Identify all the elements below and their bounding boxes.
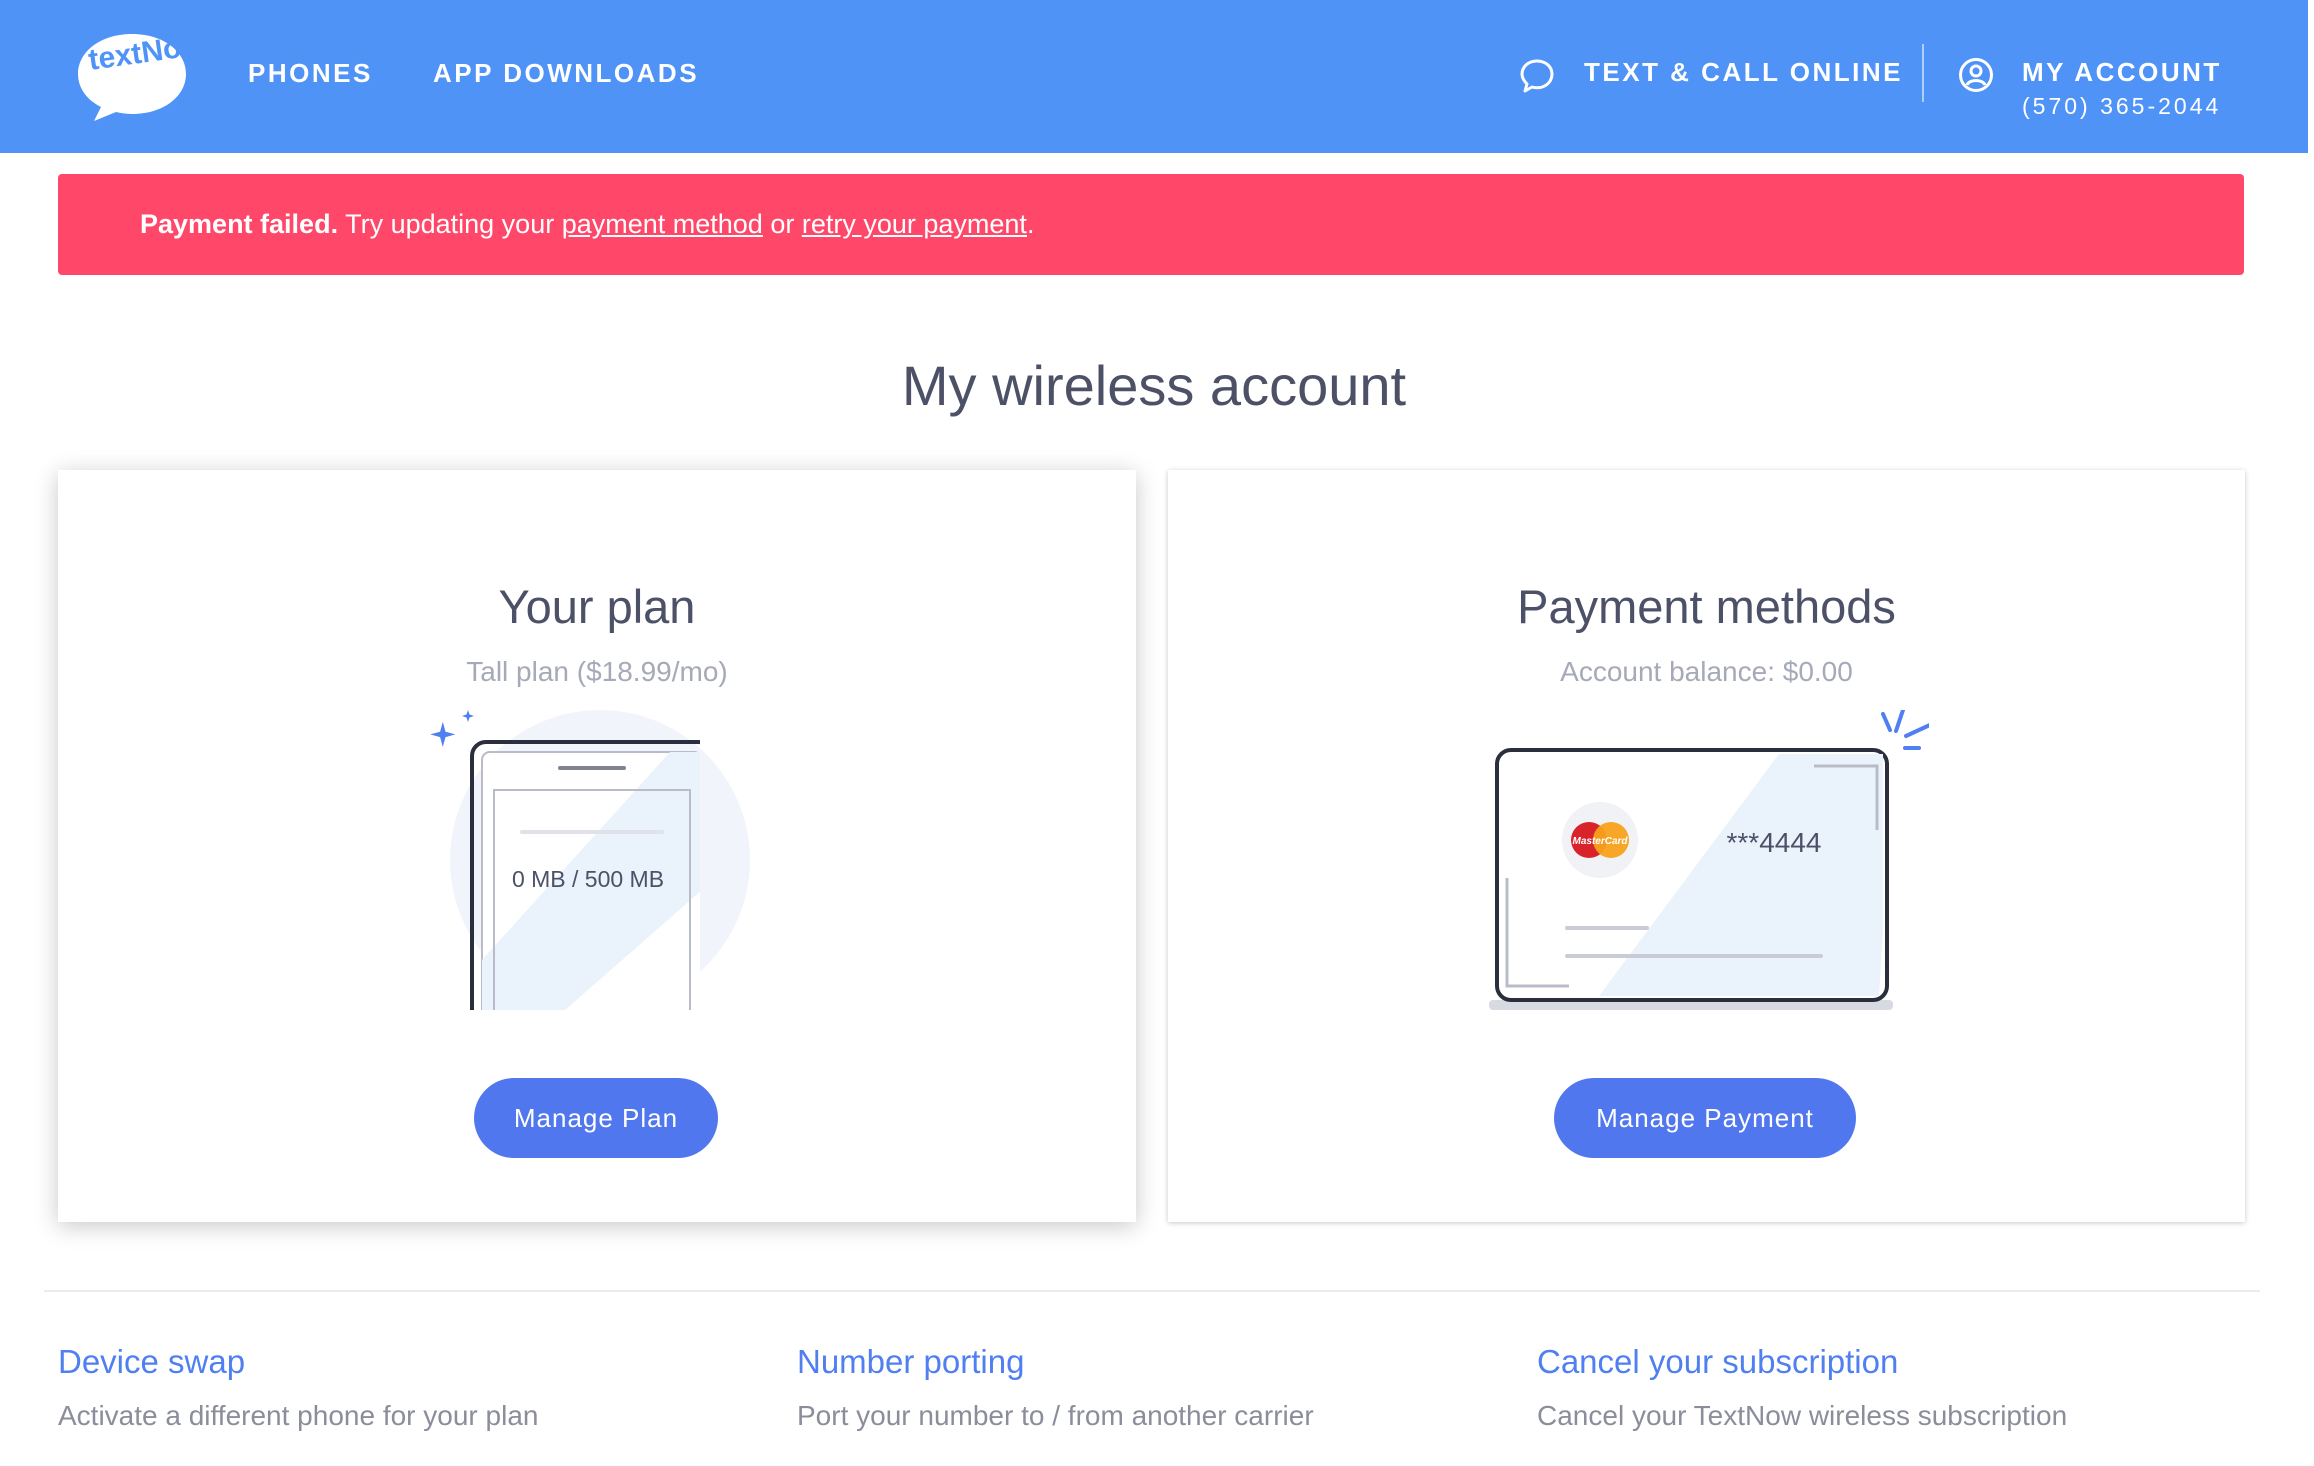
text-call-online-label: TEXT & CALL ONLINE: [1584, 57, 1903, 87]
device-swap-section: Device swap Activate a different phone f…: [58, 1340, 538, 1434]
payment-method-link[interactable]: payment method: [562, 209, 763, 239]
shine-lines-icon: [1881, 710, 1929, 750]
payment-failed-alert: Payment failed. Try updating your paymen…: [58, 174, 2244, 275]
card-number: ***4444: [1727, 827, 1822, 858]
cancel-subscription-link[interactable]: Cancel your subscription: [1537, 1340, 2067, 1384]
scrollbar-track[interactable]: [2308, 0, 2314, 1466]
cancel-subscription-description: Cancel your TextNow wireless subscriptio…: [1537, 1400, 2068, 1431]
alert-text-before: Try updating your: [338, 209, 562, 239]
alert-text-middle: or: [762, 209, 802, 239]
plan-card: Your plan Tall plan ($18.99/mo) 0 MB / 5…: [58, 470, 1136, 1222]
credit-card-illustration: MasterCard ***4444: [1489, 710, 1929, 1010]
phone-illustration: 0 MB / 500 MB: [430, 710, 750, 1010]
page-title: My wireless account: [901, 354, 1407, 417]
account-phone-number: (570) 365-2044: [2022, 93, 2222, 119]
payment-card-title: Payment methods: [1517, 580, 1896, 633]
manage-payment-button[interactable]: Manage Payment: [1554, 1078, 1856, 1158]
sparkle-icon: [430, 710, 474, 747]
device-swap-link[interactable]: Device swap: [58, 1340, 538, 1384]
nav-app-downloads-link[interactable]: APP DOWNLOADS: [433, 58, 699, 89]
number-porting-link[interactable]: Number porting: [797, 1340, 1314, 1384]
device-swap-description: Activate a different phone for your plan: [58, 1400, 539, 1431]
account-circle-icon: [1959, 58, 1993, 92]
payment-methods-card: Payment methods Account balance: $0.00 M…: [1168, 470, 2245, 1222]
alert-title: Payment failed.: [140, 209, 339, 239]
number-porting-description: Port your number to / from another carri…: [797, 1400, 1314, 1431]
my-account-label: MY ACCOUNT: [2022, 57, 2222, 87]
chat-bubble-icon: [1520, 59, 1554, 93]
text-call-online-link[interactable]: TEXT & CALL ONLINE: [1518, 55, 1903, 95]
my-account-link[interactable]: MY ACCOUNT (570) 365-2044: [1958, 55, 2222, 121]
plan-card-title: Your plan: [498, 580, 696, 633]
textnow-logo[interactable]: textNow: [72, 28, 192, 124]
account-balance: Account balance: $0.00: [1560, 656, 1853, 687]
nav-phones-link[interactable]: PHONES: [248, 58, 373, 89]
alert-text-after: .: [1026, 209, 1035, 239]
mastercard-logo: MasterCard: [1562, 802, 1638, 878]
top-navigation-bar: textNow PHONES APP DOWNLOADS TEXT & CALL…: [0, 0, 2308, 153]
cancel-subscription-section: Cancel your subscription Cancel your Tex…: [1537, 1340, 2067, 1434]
number-porting-section: Number porting Port your number to / fro…: [797, 1340, 1314, 1434]
mastercard-label: MasterCard: [1572, 836, 1628, 847]
plan-name-price: Tall plan ($18.99/mo): [466, 656, 728, 687]
header-divider: [1922, 44, 1924, 102]
manage-plan-button[interactable]: Manage Plan: [474, 1078, 718, 1158]
section-divider: [44, 1290, 2260, 1292]
retry-payment-link[interactable]: retry your payment: [802, 209, 1027, 239]
plan-data-usage: 0 MB / 500 MB: [512, 866, 664, 892]
